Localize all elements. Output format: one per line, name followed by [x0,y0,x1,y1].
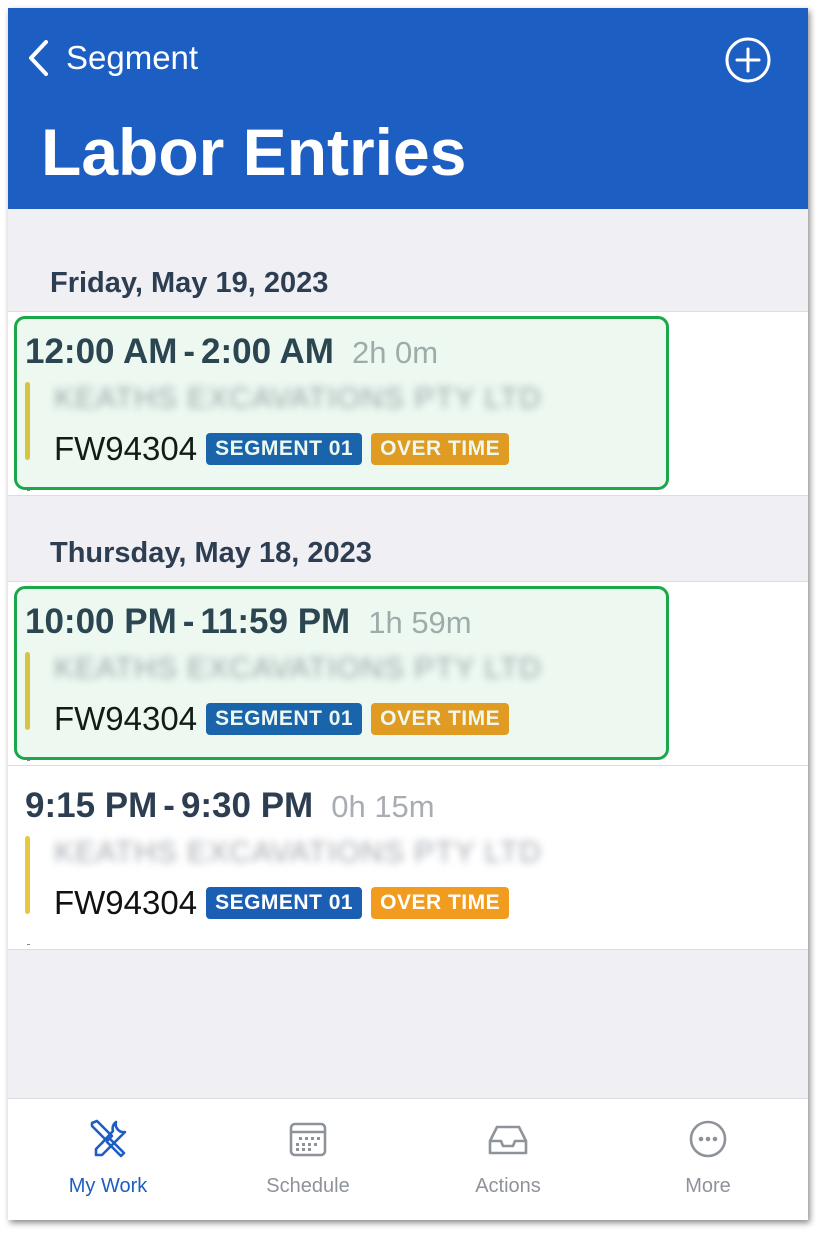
tab-label: My Work [68,1175,148,1197]
add-entry-button[interactable] [724,36,772,84]
entry-duration: 2h 0m [351,335,439,370]
plus-circle-icon [725,37,771,83]
calendar-icon [289,1122,327,1157]
entry-company: KEATHS EXCAVATIONS PTY LTD [54,652,542,685]
overtime-badge: OVER TIME [371,433,510,465]
section-rows: 12:00 AM -2:00 AM 2h 0m KEATHS EXCAVATIONS… [8,311,808,496]
back-label: Segment [66,39,199,76]
segment-badge: SEGMENT 01 [206,887,363,919]
entry-end-time: 11:59 PM [200,602,351,641]
labor-entry-row[interactable]: 12:00 AM -2:00 AM 2h 0m KEATHS EXCAVATIONS… [8,312,808,495]
tools-icon [90,1119,127,1158]
row-marker [27,760,30,761]
overtime-badge: OVER TIME [371,887,510,919]
row-marker [27,490,30,491]
entry-meta: FW94304 SEGMENT 01 OVER TIME [54,700,510,738]
entry-end-time: 9:30 PM [180,786,314,825]
entry-time-range: 10:00 PM -11:59 PM 1h 59m [25,602,472,642]
entry-duration: 0h 15m [331,789,435,824]
more-circle-icon [689,1120,727,1158]
entry-start-time: 10:00 PM [25,602,177,641]
inbox-icon [488,1125,528,1155]
navigation-bar: Segment Labor Entries [8,8,808,209]
work-order-number: FW94304 [54,700,198,737]
tab-label: Schedule [266,1175,350,1197]
entry-duration: 1h 59m [368,605,472,640]
section-date: Thursday, May 18, 2023 [50,537,372,569]
entry-meta: FW94304 SEGMENT 01 OVER TIME [54,884,510,922]
entry-start-time: 12:00 AM [25,332,178,371]
chevron-left-icon [29,40,48,76]
entry-accent-bar [25,652,30,730]
tab-more[interactable]: More [608,1099,808,1220]
work-order-number: FW94304 [54,884,198,921]
entry-end-time: 2:00 AM [201,332,334,371]
entry-company: KEATHS EXCAVATIONS PTY LTD [54,382,542,415]
section-header: Thursday, May 18, 2023 [8,496,808,581]
entry-time-range: 9:15 PM -9:30 PM 0h 15m [25,786,435,826]
time-separator: - [182,602,195,641]
section-rows: 10:00 PM -11:59 PM 1h 59m KEATHS EXCAVATIO… [8,581,808,950]
entry-meta: FW94304 SEGMENT 01 OVER TIME [54,430,510,468]
tab-bar: My Work Schedule Actions More [8,1098,808,1220]
app-screen: Segment Labor Entries Friday, May 19, 20… [8,8,808,1220]
labor-entry-row[interactable]: 9:15 PM -9:30 PM 0h 15m KEATHS EXCAVATIONS… [8,765,808,949]
tab-label: Actions [475,1175,541,1197]
entry-accent-bar [25,836,30,914]
page-title: Labor Entries [41,115,467,189]
segment-badge: SEGMENT 01 [206,703,363,735]
entry-company: KEATHS EXCAVATIONS PTY LTD [54,836,542,869]
tab-label: More [685,1175,731,1197]
segment-badge: SEGMENT 01 [206,433,363,465]
labor-entry-row[interactable]: 10:00 PM -11:59 PM 1h 59m KEATHS EXCAVATIO… [8,582,808,765]
entry-accent-bar [25,382,30,460]
time-separator: - [183,332,196,371]
tab-my-work[interactable]: My Work [8,1099,208,1220]
entry-time-range: 12:00 AM -2:00 AM 2h 0m [25,332,438,372]
tab-schedule[interactable]: Schedule [208,1099,408,1220]
labor-entries-list: Friday, May 19, 2023 12:00 AM -2:00 AM 2h … [8,209,808,950]
section-header: Friday, May 19, 2023 [8,209,808,311]
tab-actions[interactable]: Actions [408,1099,608,1220]
overtime-badge: OVER TIME [371,703,510,735]
back-button[interactable]: Segment [26,36,198,80]
work-order-number: FW94304 [54,430,198,467]
entry-start-time: 9:15 PM [25,786,158,825]
row-marker [27,944,30,945]
time-separator: - [163,786,175,825]
section-date: Friday, May 19, 2023 [50,267,329,299]
